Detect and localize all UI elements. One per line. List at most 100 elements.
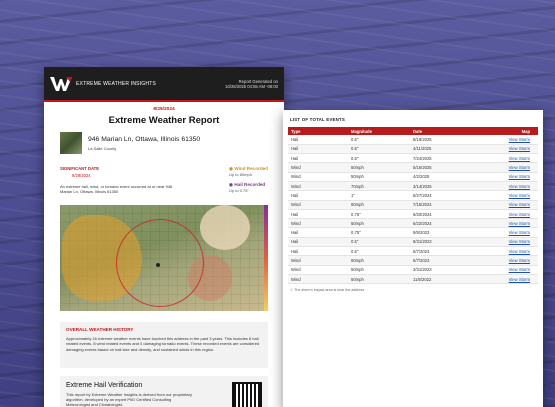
event-magnitude: 50mph — [348, 274, 410, 285]
view-storm-link[interactable]: View Storm — [461, 172, 538, 183]
table-row: Hail 0.5" 8/18/2025 View Storm — [288, 135, 538, 145]
address-block: 946 Marian Ln, Ottawa, Illinois 61350 La… — [44, 132, 284, 154]
footnote-text: The storm's impact area is near the addr… — [294, 288, 365, 293]
view-storm-link[interactable]: View Storm — [461, 162, 538, 173]
event-date: 7/24/2025 — [410, 153, 462, 164]
col-map: Map — [521, 128, 530, 134]
event-date: 8/27/2024 — [410, 190, 462, 201]
significant-description: An extreme hail, wind, or tornado event … — [60, 184, 173, 194]
property-county: La Salle County — [88, 146, 117, 151]
table-row: Wind 50mph 3/31/2023 View Storm — [288, 265, 538, 275]
verify-title: Extreme Hail Verification — [66, 382, 143, 389]
event-type: Wind — [288, 200, 348, 210]
event-date: 4/2/2025 — [410, 172, 462, 183]
significant-label: SIGNIFICANT DATE — [60, 166, 100, 171]
brand-name: EXTREME WEATHER INSIGHTS — [76, 80, 156, 87]
event-date: 4/11/2025 — [410, 144, 462, 155]
brand: EXTREME WEATHER INSIGHTS — [50, 76, 156, 92]
map-color-legend — [264, 205, 268, 311]
wind-swath — [200, 205, 250, 250]
wind-recorded-label: Wind Recorded — [234, 166, 268, 171]
report-title: Extreme Weather Report — [108, 115, 220, 126]
significant-date: 8/29/2024 — [72, 173, 91, 178]
event-magnitude: 60mph — [348, 200, 410, 210]
event-date: 5/7/2023 — [410, 255, 462, 266]
table-row: Hail 0.75" 6/20/2024 View Storm — [288, 209, 538, 220]
view-storm-link[interactable]: View Storm — [461, 218, 538, 229]
hail-verification: Extreme Hail Verification This report by… — [60, 376, 268, 407]
view-storm-link[interactable]: View Storm — [461, 274, 538, 285]
event-type: Hail — [288, 135, 348, 145]
significant-event: SIGNIFICANT DATE 8/29/2024 An extreme ha… — [44, 166, 284, 194]
address-pin-icon — [156, 263, 160, 267]
event-magnitude: 0.75" — [348, 227, 410, 238]
view-storm-link[interactable]: View Storm — [461, 237, 538, 248]
event-type: Hail — [288, 190, 348, 201]
event-date: 5/7/2023 — [410, 246, 462, 257]
col-date: Date — [413, 128, 423, 134]
view-storm-link[interactable]: View Storm — [461, 135, 538, 145]
table-row: Wind 50mph 4/2/2025 View Storm — [288, 172, 538, 183]
event-date: 5/16/2025 — [410, 162, 462, 173]
event-type: Wind — [288, 172, 348, 183]
event-type: Hail — [288, 209, 348, 220]
event-magnitude: 50mph — [348, 265, 410, 275]
report-header: EXTREME WEATHER INSIGHTS Report Generate… — [44, 67, 284, 102]
events-body: Hail 0.5" 8/18/2025 View Storm Hail 0.5" 4/11/… — [288, 135, 538, 285]
event-type: Wind — [288, 218, 348, 229]
history-text: Approximately 16 extreme weather events … — [66, 336, 260, 352]
table-row: Wind 50mph 6/22/2024 View Storm — [288, 218, 538, 229]
view-storm-link[interactable]: View Storm — [461, 227, 538, 238]
event-type: Wind — [288, 255, 348, 266]
event-magnitude: 60mph — [348, 255, 410, 266]
event-magnitude: 0.5" — [348, 246, 410, 257]
event-type: Wind — [288, 265, 348, 275]
event-date: 3/14/2025 — [410, 181, 462, 192]
table-row: Hail 0.5" 4/11/2025 View Storm — [288, 144, 538, 155]
event-magnitude: 0.5" — [348, 237, 410, 248]
view-storm-link[interactable]: View Storm — [461, 181, 538, 192]
events-page: LIST OF TOTAL EVENTS Type Magnitude Date… — [283, 110, 543, 407]
view-storm-link[interactable]: View Storm — [461, 200, 538, 210]
view-storm-link[interactable]: View Storm — [461, 153, 538, 164]
event-type: Wind — [288, 274, 348, 285]
view-storm-link[interactable]: View Storm — [461, 255, 538, 266]
view-storm-link[interactable]: View Storm — [461, 144, 538, 155]
recorded-values: ◉ Wind Recorded Up to 80mph ◉ Hail Recor… — [229, 166, 268, 194]
event-magnitude: 50mph — [348, 172, 410, 183]
table-row: Hail 0.75" 9/8/2023 View Storm — [288, 227, 538, 238]
event-type: Wind — [288, 181, 348, 192]
event-magnitude: 0.5" — [348, 135, 410, 145]
table-row: Wind 50mph 5/16/2025 View Storm — [288, 162, 538, 173]
view-storm-link[interactable]: View Storm — [461, 209, 538, 220]
event-magnitude: 1" — [348, 190, 410, 201]
qr-code-icon[interactable] — [232, 382, 262, 407]
event-magnitude: 0.5" — [348, 144, 410, 155]
wind-recorded-value: Up to 80mph — [229, 171, 252, 177]
col-magnitude: Magnitude — [351, 128, 372, 134]
table-row: Hail 0.5" 7/24/2025 View Storm — [288, 153, 538, 164]
property-address: 946 Marian Ln, Ottawa, Illinois 61350 — [88, 136, 201, 143]
event-date: 7/15/2024 — [410, 200, 462, 210]
view-storm-link[interactable]: View Storm — [461, 265, 538, 275]
view-storm-link[interactable]: View Storm — [461, 190, 538, 201]
event-type: Wind — [288, 162, 348, 173]
generated-timestamp: 10/28/2025 04:55 AM -08:00 — [225, 83, 278, 89]
report-date: 8/29/2024 — [153, 107, 175, 112]
event-magnitude: 0.75" — [348, 209, 410, 220]
view-storm-link[interactable]: View Storm — [461, 246, 538, 257]
weather-history: OVERALL WEATHER HISTORY Approximately 16… — [60, 322, 268, 368]
history-title: OVERALL WEATHER HISTORY — [66, 327, 134, 332]
event-type: Hail — [288, 153, 348, 164]
property-thumbnail — [60, 132, 82, 154]
col-type: Type — [291, 128, 301, 134]
hail-recorded-label: Hail Recorded — [234, 182, 266, 187]
report-page: EXTREME WEATHER INSIGHTS Report Generate… — [44, 67, 284, 407]
event-type: Hail — [288, 246, 348, 257]
storm-map[interactable] — [60, 205, 268, 311]
events-header-row: Type Magnitude Date Map — [288, 127, 538, 135]
table-row: Hail 0.5" 5/7/2023 View Storm — [288, 246, 538, 257]
table-row: Wind 60mph 7/15/2024 View Storm — [288, 200, 538, 210]
table-row: Wind 50mph 11/5/2022 View Storm — [288, 274, 538, 285]
table-row: Hail 1" 8/27/2024 View Storm — [288, 190, 538, 201]
